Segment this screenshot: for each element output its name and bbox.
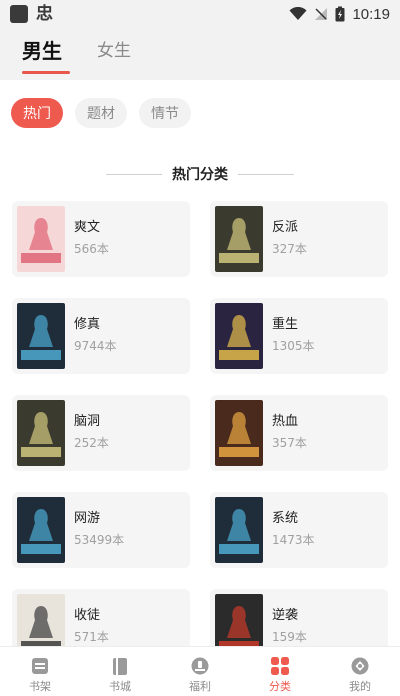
nav-label-category: 分类 [269,680,291,693]
chip-plot[interactable]: 情节 [139,98,191,128]
nav-label-bookstore: 书城 [109,680,131,693]
profile-icon [351,657,369,675]
nav-label-welfare: 福利 [189,680,211,693]
category-book-count: 1473本 [272,533,315,547]
category-name: 网游 [74,511,101,526]
book-cover-image [17,400,65,466]
battery-charging-icon [335,6,345,22]
cover-art [17,400,65,466]
status-time: 10:19 [352,5,390,23]
book-cover-image [17,497,65,563]
category-card[interactable]: 反派 327本 [210,201,388,277]
filter-chips: 热门 题材 情节 [11,98,191,128]
divider-left [106,173,162,175]
category-card[interactable]: 修真 9744本 [12,298,190,374]
category-name: 重生 [272,317,299,332]
category-book-count: 1305本 [272,339,315,353]
notification-square-icon [10,5,28,23]
active-tab-indicator [22,71,70,74]
category-book-count: 252本 [74,436,109,450]
category-name: 逆袭 [272,608,299,623]
gender-tab-bar: 男生 女生 [0,28,400,80]
bottom-nav: 书架 书城 福利 分类 我的 [0,646,400,696]
category-book-count: 53499本 [74,533,125,547]
divider-right [238,173,294,175]
book-cover-image [215,497,263,563]
gift-icon [191,657,209,675]
category-book-count: 357本 [272,436,307,450]
nav-label-profile: 我的 [349,680,371,693]
category-name: 收徒 [74,608,101,623]
category-book-count: 327本 [272,242,307,256]
book-cover-image [215,206,263,272]
category-name: 系统 [272,511,299,526]
chip-theme[interactable]: 题材 [75,98,127,128]
category-book-count: 566本 [74,242,109,256]
category-name: 脑洞 [74,414,101,429]
category-book-count: 159本 [272,630,307,644]
cover-art [17,206,65,272]
tab-female[interactable]: 女生 [97,36,131,66]
category-icon [271,657,289,675]
nav-welfare[interactable]: 福利 [160,647,240,696]
nav-category[interactable]: 分类 [240,647,320,696]
tab-male[interactable]: 男生 [22,36,62,66]
status-right: 10:19 [289,6,390,23]
nav-bookshelf[interactable]: 书架 [0,647,80,696]
nav-label-bookshelf: 书架 [29,680,51,693]
bookshelf-icon [32,658,48,674]
wifi-icon [289,7,307,20]
category-card[interactable]: 网游 53499本 [12,492,190,568]
nav-profile[interactable]: 我的 [320,647,400,696]
category-name: 热血 [272,414,299,429]
category-card[interactable]: 重生 1305本 [210,298,388,374]
cover-art [215,303,263,369]
chip-hot[interactable]: 热门 [11,98,63,128]
category-name: 爽文 [74,220,101,235]
category-name: 修真 [74,317,101,332]
book-cover-image [17,206,65,272]
category-card[interactable]: 爽文 566本 [12,201,190,277]
status-left: 忠 [10,5,53,23]
section-header: 热门分类 [0,163,400,185]
book-cover-image [17,303,65,369]
category-card[interactable]: 脑洞 252本 [12,395,190,471]
book-icon [113,658,127,675]
category-book-count: 571本 [74,630,109,644]
cover-art [17,303,65,369]
cover-art [215,497,263,563]
no-signal-icon [315,8,328,20]
category-card[interactable]: 系统 1473本 [210,492,388,568]
section-title: 热门分类 [172,167,228,183]
category-book-count: 9744本 [74,339,117,353]
book-cover-image [215,303,263,369]
book-cover-image [215,400,263,466]
cover-art [215,206,263,272]
app-notification-icon: 忠 [36,3,53,24]
category-name: 反派 [272,220,299,235]
cover-art [215,400,263,466]
nav-bookstore[interactable]: 书城 [80,647,160,696]
status-bar: 忠 10:19 [0,0,400,28]
cover-art [17,497,65,563]
category-card[interactable]: 热血 357本 [210,395,388,471]
